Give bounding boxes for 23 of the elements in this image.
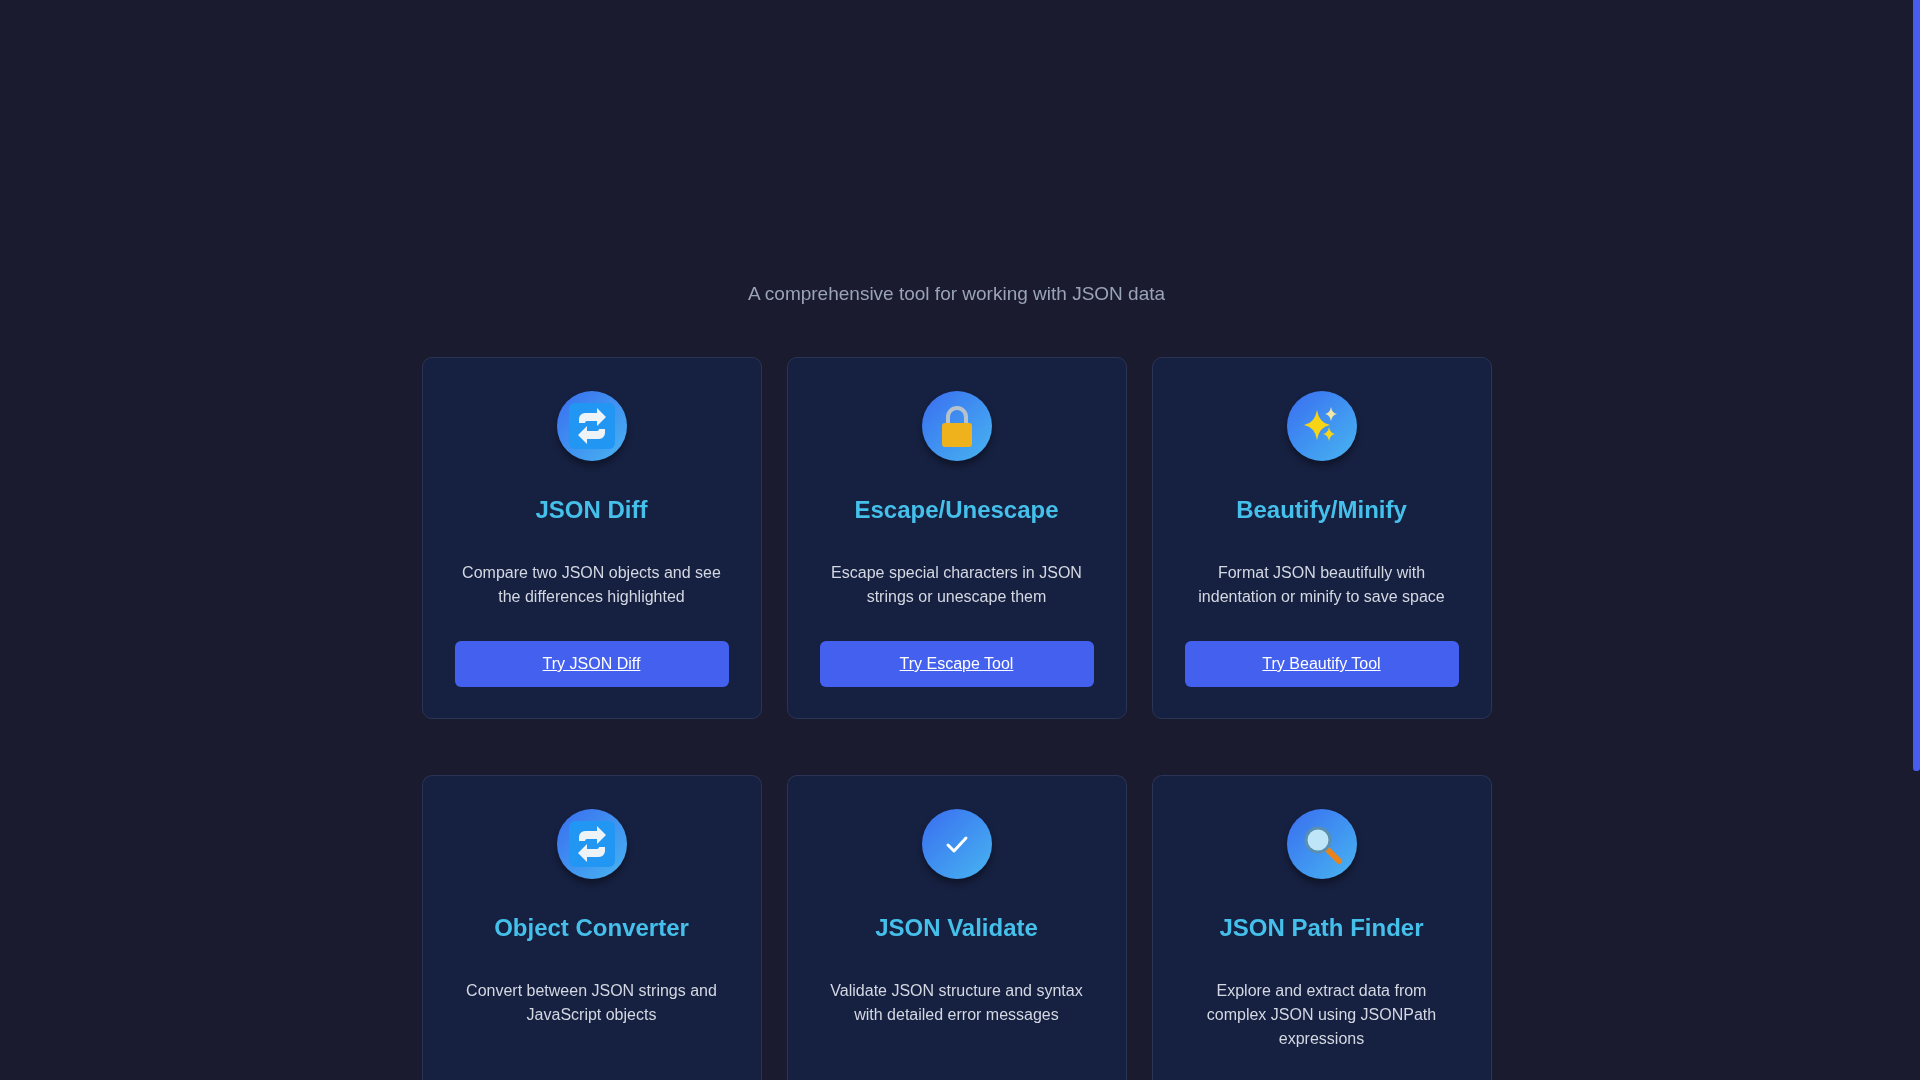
padlock-icon bbox=[921, 391, 992, 461]
checkmark-icon bbox=[921, 809, 992, 879]
tool-description: Compare two JSON objects and see the differences highlighted bbox=[461, 563, 722, 607]
tool-title: JSON Path Finder bbox=[1219, 913, 1424, 943]
sparkles-icon bbox=[1286, 391, 1357, 461]
tool-title: Escape/Unescape bbox=[854, 495, 1059, 525]
tool-description: Escape special characters in JSON strings or unescape them bbox=[830, 563, 1083, 607]
try-tool-button[interactable]: Try Escape Tool bbox=[819, 641, 1094, 687]
try-tool-button[interactable]: Try Beautify Tool bbox=[1184, 641, 1459, 687]
tool-description: Format JSON beautifully with indentation or minify to save space bbox=[1197, 563, 1446, 607]
tool-description: Convert between JSON strings and JavaScript objects bbox=[465, 981, 718, 1025]
scrollbar-thumb[interactable] bbox=[1913, 0, 1920, 771]
subtitle: A comprehensive tool for working with JSON data bbox=[747, 282, 1166, 306]
repeat-arrows-icon bbox=[556, 391, 627, 461]
repeat-arrows-icon bbox=[556, 809, 627, 879]
tool-description: Explore and extract data from complex JSON using JSONPath expressions bbox=[1205, 981, 1438, 1049]
tool-title: Beautify/Minify bbox=[1236, 495, 1407, 525]
tool-title: Object Converter bbox=[494, 913, 689, 943]
try-tool-button[interactable]: Try JSON Diff bbox=[454, 641, 729, 687]
tool-title: JSON Diff bbox=[535, 495, 648, 525]
tool-title: JSON Validate bbox=[875, 913, 1038, 943]
tool-description: Validate JSON structure and syntax with detailed error messages bbox=[829, 981, 1084, 1025]
magnifier-icon bbox=[1286, 809, 1357, 879]
